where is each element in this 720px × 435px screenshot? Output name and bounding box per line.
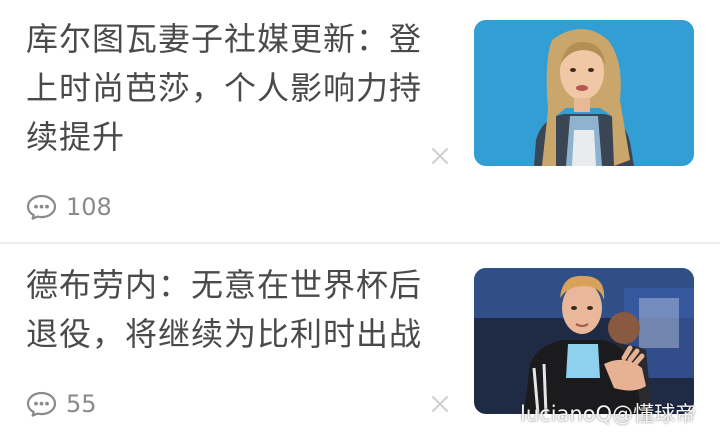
comment-count: 55	[66, 390, 97, 418]
watermark: lucianoQ@懂球帝	[520, 402, 697, 426]
article-thumbnail[interactable]	[474, 20, 694, 166]
article-thumbnail[interactable]	[474, 268, 694, 414]
close-icon[interactable]	[430, 146, 450, 166]
comment-icon	[26, 194, 57, 220]
comment-icon	[26, 391, 57, 417]
woman-portrait-image	[474, 20, 694, 166]
feed-item[interactable]: 库尔图瓦妻子社媒更新：登上时尚芭莎，个人影响力持续提升 108	[0, 0, 720, 242]
article-title[interactable]: 库尔图瓦妻子社媒更新：登上时尚芭莎，个人影响力持续提升	[26, 15, 446, 162]
article-title[interactable]: 德布劳内：无意在世界杯后退役，将继续为比利时出战	[26, 261, 446, 359]
close-icon[interactable]	[430, 394, 450, 414]
comment-meta: 55	[26, 389, 97, 419]
comment-meta: 108	[26, 192, 112, 222]
footballer-photo	[474, 268, 694, 414]
comment-count: 108	[66, 193, 112, 221]
